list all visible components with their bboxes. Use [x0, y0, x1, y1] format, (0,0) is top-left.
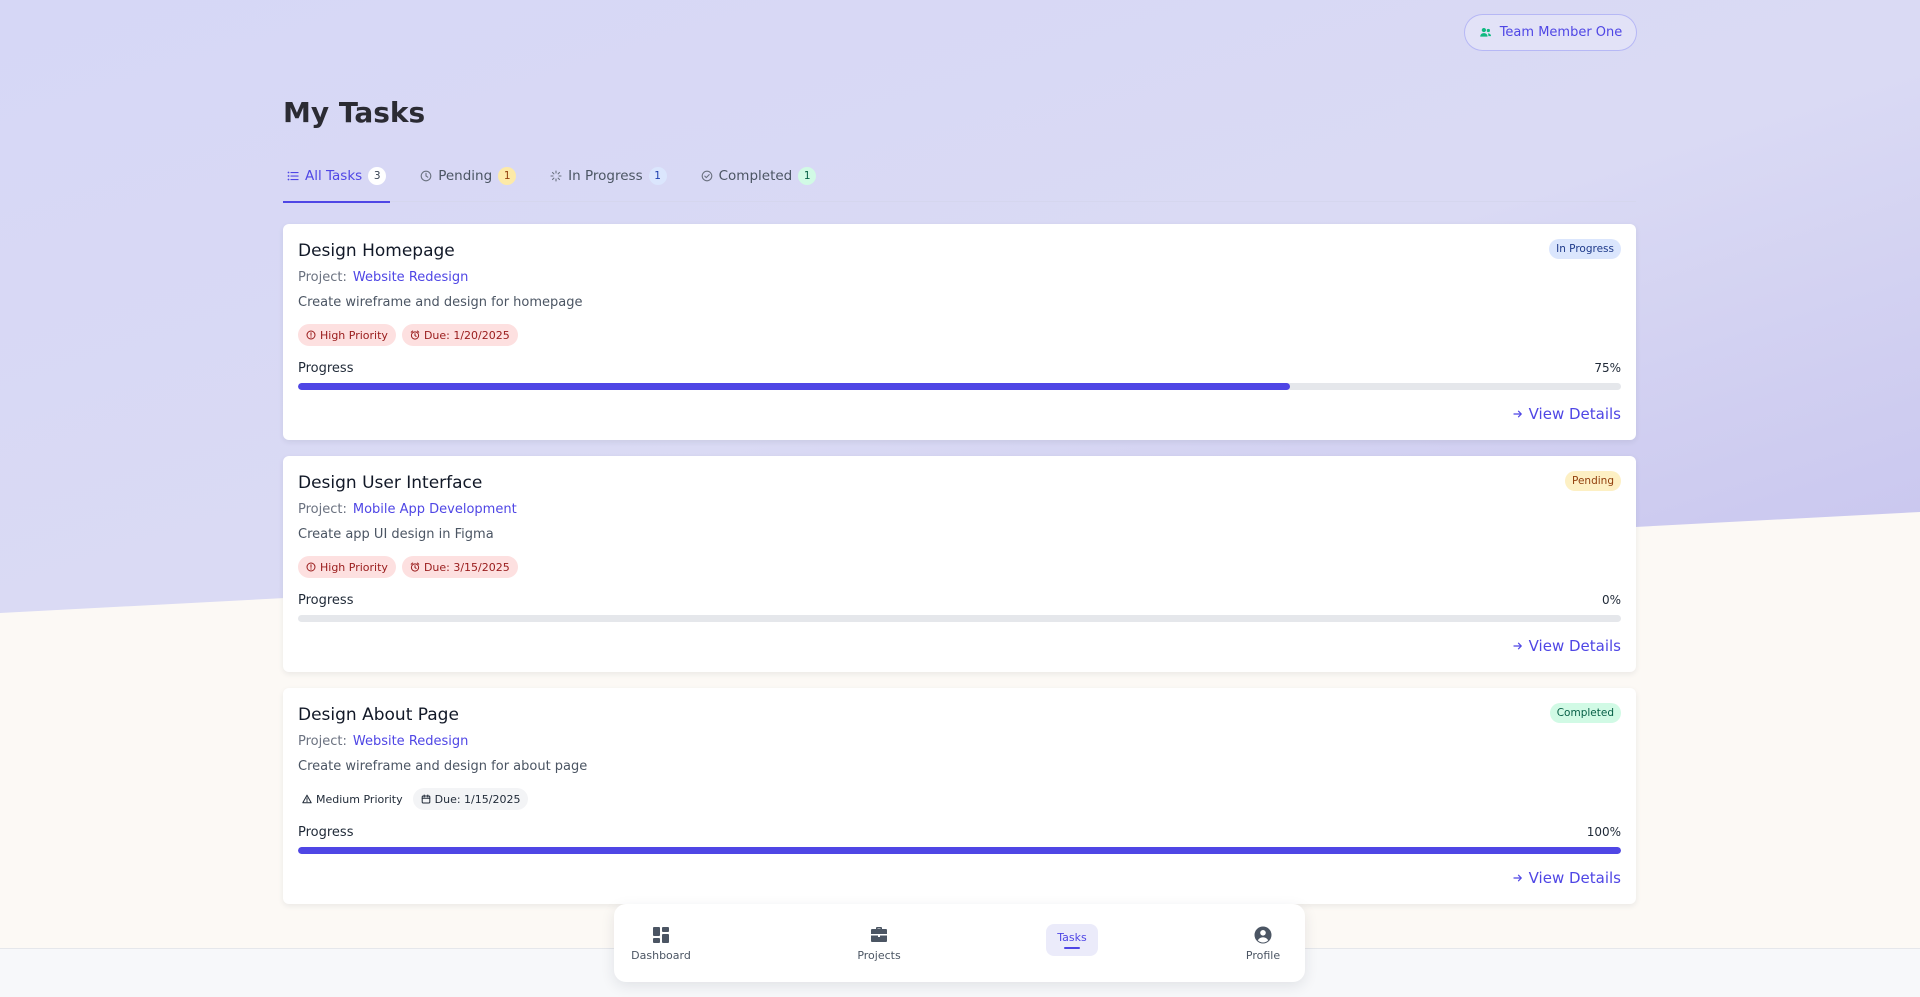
user-menu-button[interactable]: Team Member One: [1464, 14, 1637, 51]
view-details-link[interactable]: View Details: [1513, 637, 1621, 655]
progress-bar: [298, 383, 1621, 390]
progress-bar-fill: [298, 847, 1621, 854]
tab-count-badge: 1: [798, 167, 817, 185]
task-description: Create wireframe and design for homepage: [298, 295, 583, 310]
list-icon: [287, 171, 299, 181]
view-details-label: View Details: [1528, 405, 1621, 423]
active-indicator: [1064, 947, 1080, 949]
spinner-icon: [550, 170, 562, 182]
task-filter-tabs: All Tasks 3 Pending 1 In Progress 1 Comp…: [283, 160, 1636, 203]
task-card: Design User Interface Pending Project: Mo…: [283, 456, 1636, 672]
progress-bar-fill: [298, 383, 1291, 390]
arrow-right-icon: [1513, 410, 1522, 418]
due-date-tag: Due: 3/15/2025: [401, 556, 518, 578]
priority-label: High Priority: [320, 328, 388, 342]
project-link[interactable]: Website Redesign: [353, 270, 469, 285]
arrow-right-icon: [1513, 642, 1522, 650]
task-title: Design About Page: [298, 705, 459, 725]
project-prefix: Project:: [298, 734, 347, 749]
status-badge: In Progress: [1549, 239, 1621, 259]
nav-label: Tasks: [1057, 931, 1087, 944]
dashboard-icon: [653, 926, 669, 943]
due-date-label: Due: 1/20/2025: [423, 328, 510, 342]
project-line: Project: Mobile App Development: [298, 502, 517, 517]
alert-circle-icon: [306, 562, 316, 572]
due-date-label: Due: 3/15/2025: [423, 560, 510, 574]
arrow-right-icon: [1513, 874, 1522, 882]
priority-label: Medium Priority: [316, 792, 403, 806]
project-link[interactable]: Mobile App Development: [353, 502, 517, 517]
progress-bar: [298, 847, 1621, 854]
task-card: Design About Page Completed Project: Webs…: [283, 688, 1636, 904]
nav-label: Profile: [1245, 948, 1281, 962]
check-circle-icon: [701, 170, 712, 182]
progress-percent: 0%: [1601, 593, 1621, 607]
view-details-label: View Details: [1528, 869, 1621, 887]
task-title: Design Homepage: [298, 241, 455, 261]
nav-label: Dashboard: [631, 948, 691, 962]
user-circle-icon: [1254, 926, 1272, 943]
team-icon: [1479, 27, 1491, 37]
warning-triangle-icon: [302, 794, 312, 804]
view-details-link[interactable]: View Details: [1513, 405, 1621, 423]
view-details-label: View Details: [1528, 637, 1621, 655]
nav-projects[interactable]: Projects: [844, 904, 914, 982]
alarm-clock-icon: [410, 562, 420, 572]
progress-label: Progress: [298, 361, 354, 376]
due-date-tag: Due: 1/20/2025: [401, 324, 518, 346]
briefcase-icon: [871, 926, 887, 942]
status-badge: Pending: [1565, 471, 1621, 491]
nav-dashboard[interactable]: Dashboard: [626, 904, 696, 982]
project-prefix: Project:: [298, 502, 347, 517]
tab-count-badge: 3: [368, 167, 387, 185]
alarm-clock-icon: [410, 330, 420, 340]
tab-all-tasks[interactable]: All Tasks 3: [283, 160, 391, 203]
status-badge: Completed: [1549, 703, 1621, 723]
task-tags: High Priority Due: 3/15/2025: [298, 556, 518, 578]
task-tags: Medium Priority Due: 1/15/2025: [298, 788, 529, 810]
nav-tasks[interactable]: Tasks: [1046, 924, 1098, 956]
project-line: Project: Website Redesign: [298, 270, 468, 285]
priority-tag: Medium Priority: [298, 788, 407, 810]
project-line: Project: Website Redesign: [298, 734, 468, 749]
task-description: Create app UI design in Figma: [298, 527, 494, 542]
user-name: Team Member One: [1499, 25, 1623, 40]
view-details-link[interactable]: View Details: [1513, 869, 1621, 887]
progress-bar: [298, 615, 1621, 622]
nav-profile[interactable]: Profile: [1233, 904, 1293, 982]
calendar-icon: [421, 794, 430, 804]
due-date-tag: Due: 1/15/2025: [412, 788, 529, 810]
alert-circle-icon: [306, 330, 316, 340]
progress-percent: 75%: [1594, 361, 1621, 375]
project-prefix: Project:: [298, 270, 347, 285]
tab-label: Pending: [438, 168, 493, 184]
tab-label: Completed: [718, 168, 793, 184]
progress-label: Progress: [298, 825, 354, 840]
task-title: Design User Interface: [298, 473, 483, 493]
task-description: Create wireframe and design for about pa…: [298, 759, 588, 774]
priority-tag: High Priority: [298, 324, 396, 346]
tab-count-badge: 1: [498, 167, 517, 185]
tab-label: All Tasks: [305, 168, 363, 184]
task-tags: High Priority Due: 1/20/2025: [298, 324, 518, 346]
progress-label: Progress: [298, 593, 354, 608]
tab-pending[interactable]: Pending 1: [416, 160, 520, 202]
clock-icon: [420, 170, 432, 182]
priority-tag: High Priority: [298, 556, 396, 578]
task-card: Design Homepage In Progress Project: Webs…: [283, 224, 1636, 440]
tab-count-badge: 1: [648, 167, 667, 185]
tab-completed[interactable]: Completed 1: [697, 160, 821, 202]
progress-percent: 100%: [1586, 825, 1621, 839]
nav-label: Projects: [857, 948, 901, 962]
tab-in-progress[interactable]: In Progress 1: [546, 160, 670, 202]
due-date-label: Due: 1/15/2025: [434, 792, 521, 806]
bottom-nav: Dashboard Projects Tasks Profile: [614, 904, 1305, 982]
project-link[interactable]: Website Redesign: [353, 734, 469, 749]
page-title: My Tasks: [283, 96, 426, 129]
tab-label: In Progress: [568, 168, 643, 184]
priority-label: High Priority: [320, 560, 388, 574]
